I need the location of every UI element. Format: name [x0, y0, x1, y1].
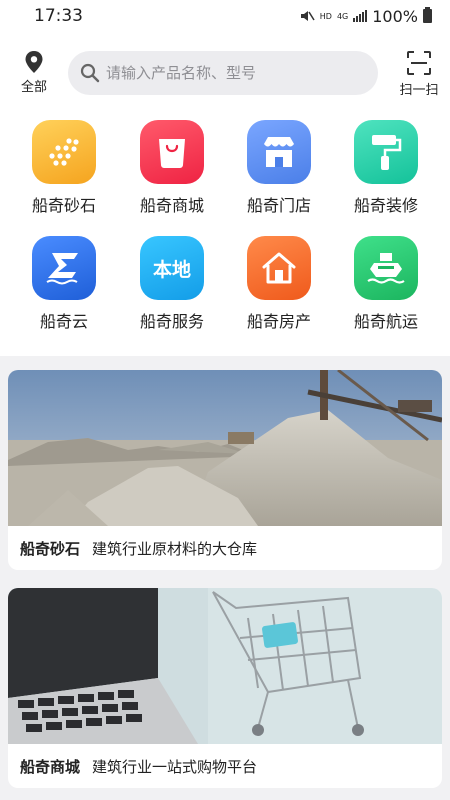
- category-label: 船奇装修: [353, 196, 418, 215]
- cloud-logo-icon: [32, 236, 96, 300]
- category-label: 船奇商城: [139, 196, 204, 215]
- header: 全部 扫一扫: [0, 32, 450, 110]
- battery-percent: 100%: [372, 6, 418, 26]
- card-subtitle: 建筑行业一站式购物平台: [92, 757, 258, 776]
- category-label: 船奇服务: [139, 312, 204, 331]
- category-gravel[interactable]: 船奇砂石: [16, 120, 112, 216]
- status-time: 17:33: [34, 6, 83, 26]
- category-cloud[interactable]: 船奇云: [16, 236, 112, 332]
- shopping-bag-icon: [140, 120, 204, 184]
- category-label: 船奇云: [39, 312, 88, 331]
- category-realestate[interactable]: 船奇房产: [231, 236, 327, 332]
- category-shipping[interactable]: 船奇航运: [338, 236, 434, 332]
- hd-indicator: HD: [319, 11, 332, 21]
- status-icons: HD 4G 100%: [299, 7, 432, 26]
- search-bar[interactable]: [68, 51, 378, 95]
- category-service[interactable]: 本地 船奇服务: [124, 236, 220, 332]
- category-mall[interactable]: 船奇商城: [124, 120, 220, 216]
- category-label: 船奇砂石: [31, 196, 96, 215]
- card-title: 船奇砂石: [20, 539, 81, 558]
- storefront-icon: [247, 120, 311, 184]
- paint-roller-icon: [354, 120, 418, 184]
- category-label: 船奇房产: [246, 312, 311, 331]
- gravel-dots-icon: [32, 120, 96, 184]
- battery-icon: [423, 7, 432, 23]
- scan-icon: [407, 51, 431, 75]
- card-subtitle: 建筑行业原材料的大仓库: [92, 539, 258, 558]
- location-label: 全部: [20, 80, 47, 95]
- promo-card-mall[interactable]: 船奇商城 建筑行业一站式购物平台: [8, 588, 442, 788]
- card-caption: 船奇砂石 建筑行业原材料的大仓库: [8, 526, 442, 570]
- mute-icon: [300, 11, 315, 21]
- category-label: 船奇门店: [246, 196, 311, 215]
- signal-icon: [353, 10, 368, 22]
- mall-banner-image: [8, 588, 442, 744]
- search-input[interactable]: [106, 64, 366, 82]
- ship-icon: [354, 236, 418, 300]
- category-decoration[interactable]: 船奇装修: [338, 120, 434, 216]
- local-service-icon-text: 本地: [152, 258, 191, 281]
- house-icon: [247, 236, 311, 300]
- promo-card-gravel[interactable]: 船奇砂石 建筑行业原材料的大仓库: [8, 370, 442, 570]
- gravel-banner-image: [8, 370, 442, 526]
- status-bar: 17:33 HD 4G 100%: [0, 0, 450, 32]
- local-service-icon: 本地: [140, 236, 204, 300]
- location-button[interactable]: 全部: [16, 50, 52, 95]
- scan-button[interactable]: 扫一扫: [394, 50, 444, 98]
- network-indicator: 4G: [336, 11, 349, 21]
- category-label: 船奇航运: [353, 312, 418, 331]
- search-icon: [80, 63, 100, 83]
- card-title: 船奇商城: [20, 757, 81, 776]
- category-grid: 船奇砂石 船奇商城 船奇门店 船奇装修 船奇云 本地 船奇服务 船奇房产 船奇航…: [0, 110, 450, 356]
- card-caption: 船奇商城 建筑行业一站式购物平台: [8, 744, 442, 788]
- scan-label: 扫一扫: [399, 83, 439, 98]
- category-store[interactable]: 船奇门店: [231, 120, 327, 216]
- location-pin-icon: [25, 51, 43, 73]
